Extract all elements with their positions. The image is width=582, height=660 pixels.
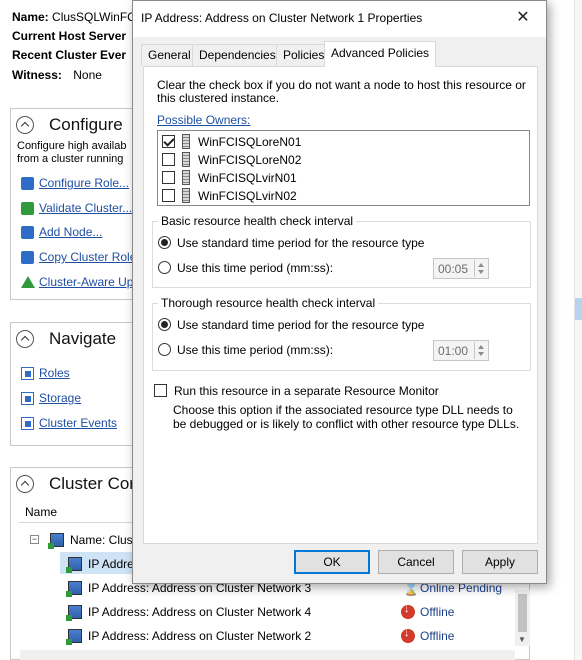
tab-advanced-policies[interactable]: Advanced Policies [324,41,437,67]
dialog-title: IP Address: Address on Cluster Network 1… [141,11,423,25]
configure-desc-line2: from a cluster running [17,153,124,165]
navigate-panel-header: Navigate [11,323,149,355]
spinner-buttons[interactable] [474,260,487,277]
thorough-health-check-title: Thorough resource health check interval [158,296,379,310]
ip-resource-icon [66,557,82,573]
validate-cluster-icon [21,202,34,215]
basic-custom-radio[interactable] [158,261,171,274]
tree-collapse-toggle[interactable]: − [30,535,39,544]
collapse-navigate-button[interactable] [16,330,34,348]
basic-health-check-group: Basic resource health check interval Use… [152,214,531,288]
server-icon [182,170,190,185]
owners-instructions: Clear the check box if you do not want a… [157,78,526,105]
ip-resource-icon [66,581,82,597]
dialog-titlebar[interactable]: IP Address: Address on Cluster Network 1… [133,1,546,37]
spin-up-icon[interactable] [478,263,484,267]
thorough-custom-radio[interactable] [158,343,171,356]
offline-icon [401,603,415,619]
spin-up-icon[interactable] [478,345,484,349]
owner-checkbox-winfcisqlvirn01[interactable] [162,171,175,184]
storage-nav-icon [21,392,34,405]
server-icon [182,134,190,149]
thorough-health-check-group: Thorough resource health check interval … [152,296,531,371]
cluster-name-icon [48,533,64,549]
ip-resource-icon [66,605,82,621]
right-pane-selection-band [575,298,582,320]
configure-panel-header: Configure [11,109,149,141]
configure-role-icon [21,177,34,190]
configure-panel: Configure Configure high availab from a … [10,108,150,300]
collapse-core-button[interactable] [16,475,34,493]
thorough-standard-radio[interactable] [158,318,171,331]
update-arrow-icon [21,276,35,288]
summary-witness-label: Witness: [12,68,62,82]
properties-dialog: IP Address: Address on Cluster Network 1… [132,0,547,584]
spinner-buttons[interactable] [474,342,487,359]
owner-checkbox-winfcisqlvirn02[interactable] [162,189,175,202]
resources-horizontal-scrollbar[interactable] [20,650,515,660]
possible-owners-link[interactable]: Possible Owners: [157,113,250,127]
apply-button[interactable]: Apply [462,550,538,574]
spin-down-icon[interactable] [478,270,484,274]
right-edge-pane [574,0,582,660]
core-title: Cluster Cor [49,474,135,493]
offline-icon [401,627,415,643]
close-icon[interactable]: ✕ [500,1,546,35]
summary-name-label: Name: [12,10,49,24]
spin-down-icon[interactable] [478,352,484,356]
server-icon [182,188,190,203]
tab-dependencies[interactable]: Dependencies [192,44,283,66]
thorough-interval-spinner[interactable]: 01:00 [433,340,489,361]
basic-standard-radio[interactable] [158,236,171,249]
summary-events-row: Recent Cluster Ever [12,48,126,62]
summary-events-label: Recent Cluster Ever [12,48,127,62]
collapse-configure-button[interactable] [16,116,34,134]
configure-desc-line1: Configure high availab [17,140,127,152]
summary-host-row: Current Host Server [12,29,126,43]
owner-checkbox-winfcisqloren02[interactable] [162,153,175,166]
ip-resource-icon [66,629,82,645]
ok-button[interactable]: OK [294,550,370,574]
summary-name-value: ClusSQLWinFC [52,10,136,24]
advanced-policies-page: Clear the check box if you do not want a… [143,66,538,544]
add-node-icon [21,226,34,239]
scroll-down-arrow-icon[interactable]: ▼ [518,635,526,644]
tab-general[interactable]: General [141,44,198,66]
copy-roles-icon [21,251,34,264]
scrollbar-thumb[interactable] [518,594,527,632]
configure-title: Configure [49,115,123,134]
roles-nav-icon [21,367,34,380]
summary-witness-value: None [73,68,102,82]
events-nav-icon [21,417,34,430]
separate-monitor-description: Choose this option if the associated res… [173,403,520,431]
navigate-panel: Navigate Roles Storage Cluster Events [10,322,150,446]
summary-host-label: Current Host Server [12,29,127,43]
possible-owners-list[interactable]: WinFCISQLoreN01 WinFCISQLoreN02 WinFCISQ… [157,130,530,206]
basic-health-check-title: Basic resource health check interval [158,214,357,228]
basic-interval-spinner[interactable]: 00:05 [433,258,489,279]
summary-name-row: Name: ClusSQLWinFC [12,10,136,24]
separate-monitor-checkbox[interactable] [154,384,167,397]
navigate-title: Navigate [49,329,117,348]
server-icon [182,152,190,167]
owner-checkbox-winfcisqloren01[interactable] [162,135,175,148]
summary-witness-row: Witness: None [12,68,102,82]
cancel-button[interactable]: Cancel [378,550,454,574]
resources-vertical-scrollbar[interactable]: ▼ [515,590,530,646]
